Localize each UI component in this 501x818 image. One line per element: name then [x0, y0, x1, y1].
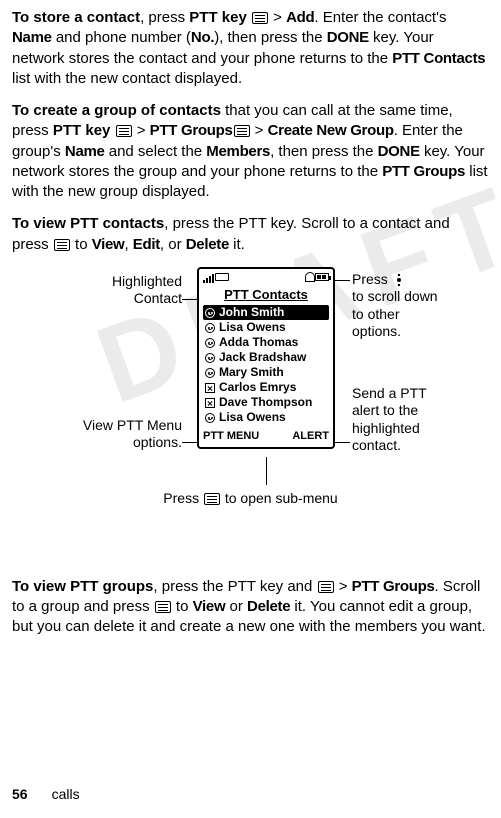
status-online-icon	[205, 368, 215, 378]
menu-key-icon	[252, 12, 268, 24]
para-store-contact: To store a contact, press PTT key > Add.…	[12, 8, 489, 89]
lead-view-groups: To view PTT groups	[12, 578, 153, 595]
lead-store: To store a contact	[12, 9, 140, 26]
done-label: DONE	[327, 29, 369, 46]
contact-name: Lisa Owens	[219, 410, 286, 425]
contact-name: John Smith	[219, 305, 284, 320]
contact-name: Carlos Emrys	[219, 380, 296, 395]
signal-icon	[203, 271, 215, 283]
name-label: Name	[12, 29, 52, 46]
edit-label: Edit	[133, 236, 160, 253]
pttgroups-label: PTT Groups	[150, 122, 233, 139]
txt: to	[71, 236, 92, 253]
txt: list with the new contact displayed.	[12, 70, 242, 87]
contact-row[interactable]: Dave Thompson	[203, 395, 329, 410]
softkey-left[interactable]: PTT MENU	[203, 429, 259, 444]
txt: . Enter the contact's	[314, 9, 446, 26]
contact-row[interactable]: Lisa Owens	[203, 410, 329, 425]
view-label: View	[193, 598, 226, 615]
view-label: View	[92, 236, 125, 253]
done-label: DONE	[378, 143, 420, 160]
status-offline-icon	[205, 398, 215, 408]
contact-row[interactable]: Carlos Emrys	[203, 380, 329, 395]
ptt-key-label: PTT key	[189, 9, 247, 26]
pttgroups-label: PTT Groups	[382, 163, 465, 180]
status-online-icon	[205, 338, 215, 348]
phone-screen: PTT Contacts John Smith Lisa Owens Adda …	[197, 267, 335, 450]
delete-label: Delete	[186, 236, 229, 253]
screen-title: PTT Contacts	[199, 285, 333, 306]
callout-highlighted-contact: HighlightedContact	[72, 273, 182, 308]
contact-row[interactable]: Mary Smith	[203, 365, 329, 380]
contact-row[interactable]: Lisa Owens	[203, 320, 329, 335]
callout-view-ptt-menu: View PTT Menuoptions.	[50, 417, 182, 452]
menu-key-icon	[234, 125, 250, 137]
txt: or	[225, 598, 247, 615]
txt: ), then press the	[214, 29, 327, 46]
callout-submenu: Press to open sub-menu	[12, 489, 489, 508]
callout-alert: Send a PTT alert to the highlighted cont…	[352, 385, 492, 455]
name-label: Name	[65, 143, 105, 160]
status-online-icon	[205, 353, 215, 363]
para-view-contacts: To view PTT contacts, press the PTT key.…	[12, 214, 489, 255]
delete-label: Delete	[247, 598, 290, 615]
callout-scroll: Press to scroll down to other options.	[352, 271, 492, 341]
section-name: calls	[52, 786, 80, 802]
contact-name: Dave Thompson	[219, 395, 312, 410]
status-online-icon	[205, 413, 215, 423]
txt: and select the	[105, 143, 207, 160]
status-online-icon	[205, 308, 215, 318]
menu-key-icon	[318, 581, 334, 593]
softkey-right[interactable]: ALERT	[292, 429, 329, 444]
leader-line	[266, 457, 267, 485]
members-label: Members	[206, 143, 270, 160]
softkey-bar: PTT MENU ALERT	[199, 427, 333, 447]
txt: >	[133, 122, 150, 139]
contact-name: Adda Thomas	[219, 335, 298, 350]
status-bar	[199, 269, 333, 285]
phone-diagram: HighlightedContact View PTT Menuoptions.…	[12, 267, 489, 537]
contact-row[interactable]: Adda Thomas	[203, 335, 329, 350]
menu-key-icon	[155, 601, 171, 613]
txt: it.	[229, 236, 245, 253]
nav-key-icon	[392, 273, 406, 287]
contact-name: Mary Smith	[219, 365, 284, 380]
status-online-icon	[205, 323, 215, 333]
contact-name: Lisa Owens	[219, 320, 286, 335]
lead-create: To create a group of contacts	[12, 102, 221, 119]
contact-row[interactable]: Jack Bradshaw	[203, 350, 329, 365]
lead-view-contacts: To view PTT contacts	[12, 215, 164, 232]
contact-row-highlighted[interactable]: John Smith	[203, 305, 329, 320]
para-view-groups: To view PTT groups, press the PTT key an…	[12, 577, 489, 638]
txt: >	[251, 122, 268, 139]
pttcontacts-label: PTT Contacts	[392, 50, 485, 67]
status-offline-icon	[205, 383, 215, 393]
txt: , press	[140, 9, 189, 26]
page-footer: 56 calls	[12, 785, 80, 804]
menu-key-icon	[54, 239, 70, 251]
txt: ,	[124, 236, 132, 253]
create-new-group-label: Create New Group	[268, 122, 394, 139]
pttgroups-label: PTT Groups	[352, 578, 435, 595]
txt: , or	[160, 236, 186, 253]
battery-icon	[315, 273, 329, 281]
status-box-icon	[215, 273, 229, 281]
para-create-group: To create a group of contacts that you c…	[12, 101, 489, 202]
txt: , press the PTT key and	[153, 578, 316, 595]
bell-icon	[305, 272, 315, 282]
contact-name: Jack Bradshaw	[219, 350, 306, 365]
contact-list: John Smith Lisa Owens Adda Thomas Jack B…	[199, 305, 333, 427]
menu-key-icon	[204, 493, 220, 505]
page-number: 56	[12, 786, 28, 802]
txt: , then press the	[270, 143, 378, 160]
ptt-key-label: PTT key	[53, 122, 111, 139]
add-label: Add	[286, 9, 314, 26]
txt: and phone number (	[52, 29, 191, 46]
no-label: No.	[191, 29, 214, 46]
txt: to	[172, 598, 193, 615]
txt: >	[335, 578, 352, 595]
txt: >	[269, 9, 286, 26]
menu-key-icon	[116, 125, 132, 137]
